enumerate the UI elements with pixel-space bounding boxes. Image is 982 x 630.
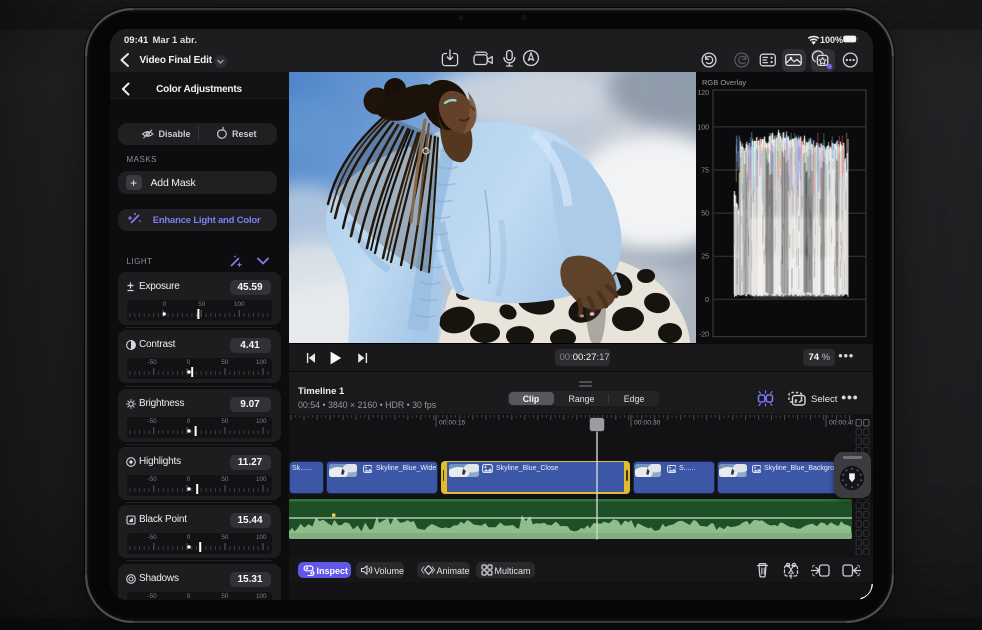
svg-text:-50: -50 [147,418,157,425]
svg-text:0: 0 [186,593,190,600]
svg-text:50: 50 [221,593,229,600]
svg-text:50: 50 [221,534,229,541]
svg-text:0: 0 [186,534,190,541]
svg-text:00:00:15: 00:00:15 [439,420,466,427]
svg-text:100: 100 [256,476,267,483]
svg-text:-50: -50 [147,593,157,600]
svg-text:-50: -50 [147,476,157,483]
svg-text:100: 100 [256,418,267,425]
svg-text:100: 100 [256,534,267,541]
svg-text:100: 100 [256,593,267,600]
svg-text:100: 100 [256,359,267,366]
svg-text:0: 0 [162,301,166,308]
svg-text:25: 25 [701,254,709,261]
svg-text:RGB Overlay: RGB Overlay [702,78,746,87]
svg-text:50: 50 [701,211,709,218]
svg-text:75: 75 [701,168,709,175]
svg-text:0: 0 [705,297,709,304]
svg-text:0: 0 [186,418,190,425]
svg-text:0: 0 [186,476,190,483]
svg-text:50: 50 [198,301,206,308]
svg-text:50: 50 [221,418,229,425]
svg-text:50: 50 [221,476,229,483]
svg-text:50: 50 [221,359,229,366]
svg-text:00:00:45: 00:00:45 [829,420,853,427]
svg-text:0: 0 [186,359,190,366]
svg-text:00:00:30: 00:00:30 [634,420,661,427]
svg-text:100: 100 [697,124,709,131]
svg-text:100: 100 [234,301,245,308]
svg-text:-20: -20 [699,331,709,338]
svg-text:-50: -50 [147,534,157,541]
svg-text:120: 120 [697,90,709,97]
svg-text:-50: -50 [147,359,157,366]
